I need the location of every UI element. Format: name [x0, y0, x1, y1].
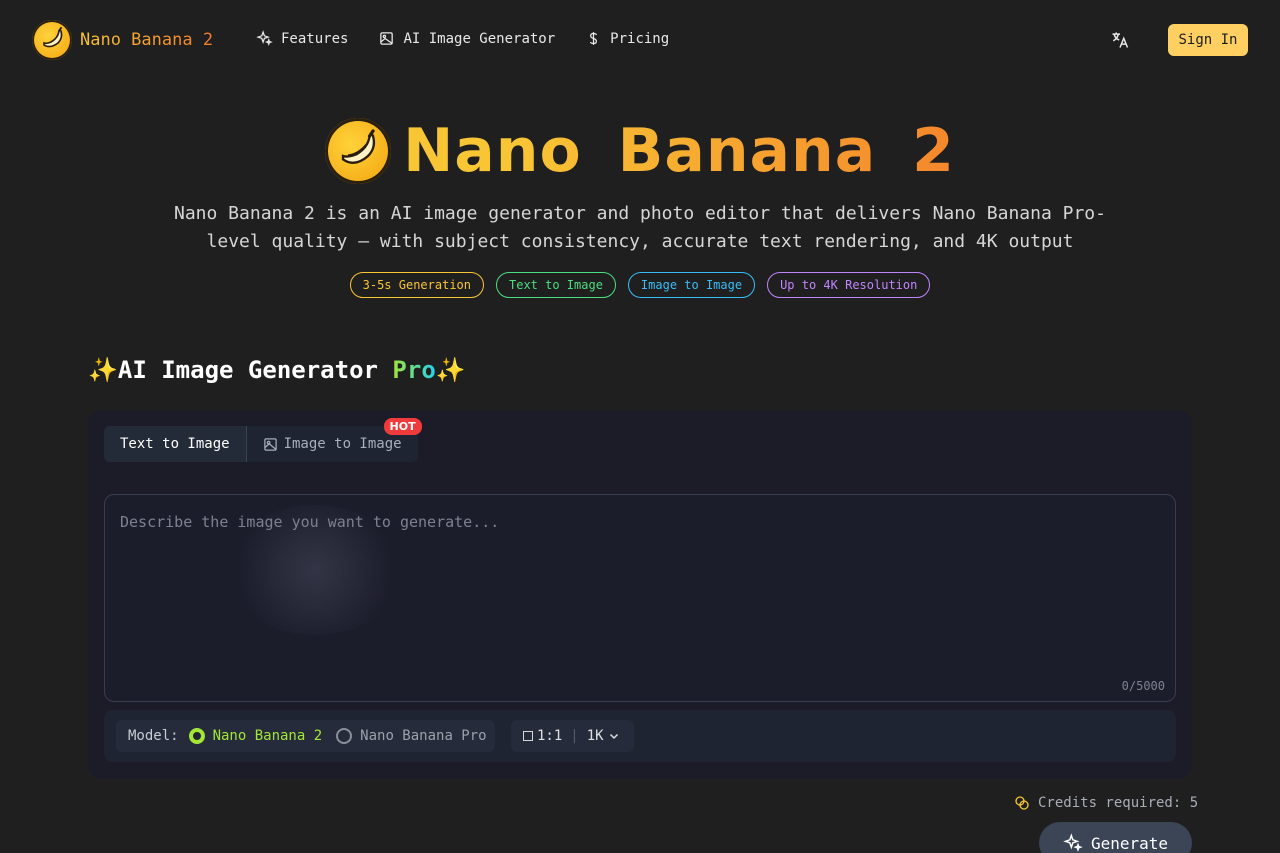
badge-generation-speed: 3-5s Generation	[349, 272, 484, 298]
nav-ai-image-generator-link[interactable]: AI Image Generator	[378, 30, 555, 47]
model-option-nano-banana-pro[interactable]: Nano Banana Pro	[336, 728, 487, 744]
sign-in-button[interactable]: Sign In	[1168, 24, 1248, 56]
resolution-select[interactable]: 1K	[587, 728, 604, 744]
top-nav: Nano Banana 2 Features AI Image Generato…	[0, 0, 1280, 80]
sparkles-icon	[256, 30, 273, 47]
sparkles-icon	[1063, 833, 1083, 852]
nav-ai-image-generator-label: AI Image Generator	[403, 30, 556, 47]
brand-name: Nano Banana 2	[80, 30, 214, 50]
hero-subtitle: Nano Banana 2 is an AI image generator a…	[174, 203, 1106, 252]
nav-features-label: Features	[281, 30, 349, 47]
mode-tabs: Text to Image Image to Image HOT	[104, 418, 422, 462]
chevron-down-icon[interactable]	[608, 730, 620, 742]
aspect-ratio-select[interactable]: 1:1	[537, 728, 562, 744]
square-ratio-icon	[523, 731, 533, 741]
generator-title-suffix: ✨	[435, 356, 466, 384]
page-title: Nano Banana 2	[403, 116, 955, 186]
nav-pricing-label: Pricing	[610, 30, 670, 47]
banana-logo-icon	[325, 118, 392, 184]
brand-link[interactable]: Nano Banana 2	[32, 20, 213, 60]
generation-options: Model: Nano Banana 2 Nano Banana Pro 1:1…	[104, 710, 1176, 762]
prompt-box: 0/5000	[104, 494, 1176, 702]
generator-title-pro: Pro	[392, 356, 436, 384]
divider: |	[570, 728, 579, 744]
tab-text-to-image[interactable]: Text to Image	[104, 426, 247, 462]
model-option-label: Nano Banana Pro	[360, 728, 487, 744]
badge-image-to-image: Image to Image	[627, 272, 756, 298]
generator-title: ✨AI Image Generator Pro✨	[88, 356, 466, 384]
radio-unselected-icon	[336, 728, 353, 744]
image-icon	[263, 437, 277, 451]
generate-button[interactable]: Generate	[1039, 822, 1192, 853]
model-option-nano-banana-2[interactable]: Nano Banana 2	[188, 728, 323, 744]
character-counter: 0/5000	[1121, 679, 1165, 693]
credits-required: Credits required: 5	[1038, 795, 1199, 811]
hero-heading: Nano Banana 2	[0, 116, 1280, 186]
credits-info: Credits required: 5	[1014, 795, 1198, 811]
nav-pricing-link[interactable]: Pricing	[585, 30, 669, 47]
dollar-icon	[590, 32, 598, 45]
translate-icon[interactable]	[1110, 30, 1130, 50]
ratio-resolution-selector: 1:1 | 1K	[511, 720, 634, 752]
nav-features-link[interactable]: Features	[256, 30, 348, 47]
hot-badge: HOT	[383, 418, 422, 435]
banana-logo-icon	[32, 20, 72, 60]
coins-icon	[1015, 796, 1029, 810]
model-selector: Model: Nano Banana 2 Nano Banana Pro	[116, 720, 495, 752]
image-icon	[380, 32, 394, 45]
prompt-input[interactable]	[105, 495, 1175, 701]
generator-panel: Text to Image Image to Image HOT 0/5000 …	[88, 410, 1192, 779]
tab-image-to-image-label: Image to Image	[283, 436, 402, 452]
badge-4k-resolution: Up to 4K Resolution	[767, 272, 931, 298]
generator-title-prefix: ✨AI Image Generator	[88, 356, 393, 384]
badge-text-to-image: Text to Image	[496, 272, 616, 298]
model-label: Model:	[128, 728, 179, 744]
tab-text-to-image-label: Text to Image	[120, 436, 230, 452]
tab-image-to-image[interactable]: Image to Image HOT	[247, 418, 422, 462]
generate-label: Generate	[1090, 833, 1169, 853]
model-option-label: Nano Banana 2	[212, 728, 323, 744]
feature-badges: 3-5s Generation Text to Image Image to I…	[0, 272, 1280, 298]
radio-selected-icon	[188, 728, 205, 744]
